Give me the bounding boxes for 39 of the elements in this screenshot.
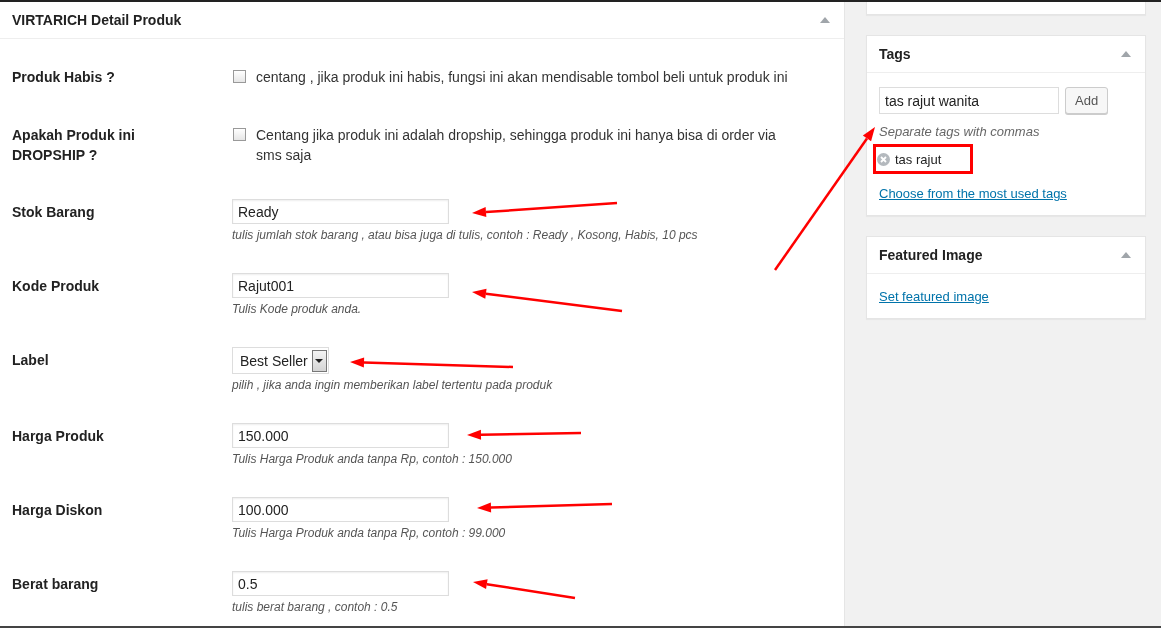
checkbox[interactable]: [233, 70, 246, 83]
toggle-icon[interactable]: [820, 17, 830, 23]
caret-icon[interactable]: [311, 349, 327, 372]
hint-text: Separate tags with commas: [879, 124, 1041, 139]
tag-field[interactable]: tas rajut wanita: [879, 87, 1059, 114]
field-label: Berat barang: [12, 575, 100, 594]
help-text: Tulis Harga Produk anda tanpa Rp, contoh : 150.000: [232, 451, 513, 467]
field-description: centang , jika produk ini habis, fungsi ini akan mendisable tombol beli untuk produk ini: [256, 68, 789, 87]
help-text: Tulis Kode produk anda.: [232, 301, 363, 317]
field-label: Harga Produk: [12, 427, 105, 446]
link[interactable]: Set featured image: [879, 289, 989, 304]
text-field[interactable]: Ready: [232, 199, 449, 224]
text-field[interactable]: 0.5: [232, 571, 449, 596]
field-label: Harga Diskon: [12, 501, 104, 520]
panel-title: Tags: [879, 46, 911, 62]
field-label: Label: [12, 351, 50, 370]
toggle-icon[interactable]: [1121, 51, 1131, 57]
field-label: Kode Produk: [12, 277, 101, 296]
add-button[interactable]: Add: [1065, 87, 1109, 114]
remove-icon[interactable]: [877, 152, 890, 166]
checkbox[interactable]: [233, 128, 246, 141]
text-field[interactable]: 150.000: [232, 423, 449, 448]
panel-title: VIRTARICH Detail Produk: [12, 12, 182, 28]
help-text: Tulis Harga Produk anda tanpa Rp, contoh : 99.000: [232, 525, 507, 541]
help-text: tulis jumlah stok barang , atau bisa juga di tulis, contoh : Ready , Kosong, Habis, 10 pcs: [232, 227, 699, 243]
dropdown[interactable]: Best Seller: [232, 347, 329, 374]
tag-label: tas rajut: [895, 151, 942, 167]
toggle-icon[interactable]: [1121, 252, 1131, 258]
text-field[interactable]: 100.000: [232, 497, 449, 522]
panel-title: Featured Image: [879, 247, 983, 263]
field-label: Apakah Produk ini DROPSHIP ?: [12, 126, 136, 165]
field-label: Produk Habis ?: [12, 68, 116, 87]
field-label: Stok Barang: [12, 203, 96, 222]
dropdown-value: Best Seller: [240, 352, 308, 369]
text-field[interactable]: Rajut001: [232, 273, 449, 298]
field-description: Centang jika produk ini adalah dropship, sehingga produk ini hanya bisa di order via sms saja: [256, 126, 777, 165]
help-text: pilih , jika anda ingin memberikan label tertentu pada produk: [232, 377, 554, 393]
link[interactable]: Choose from the most used tags: [879, 186, 1067, 201]
help-text: tulis berat barang , contoh : 0.5: [232, 599, 399, 615]
